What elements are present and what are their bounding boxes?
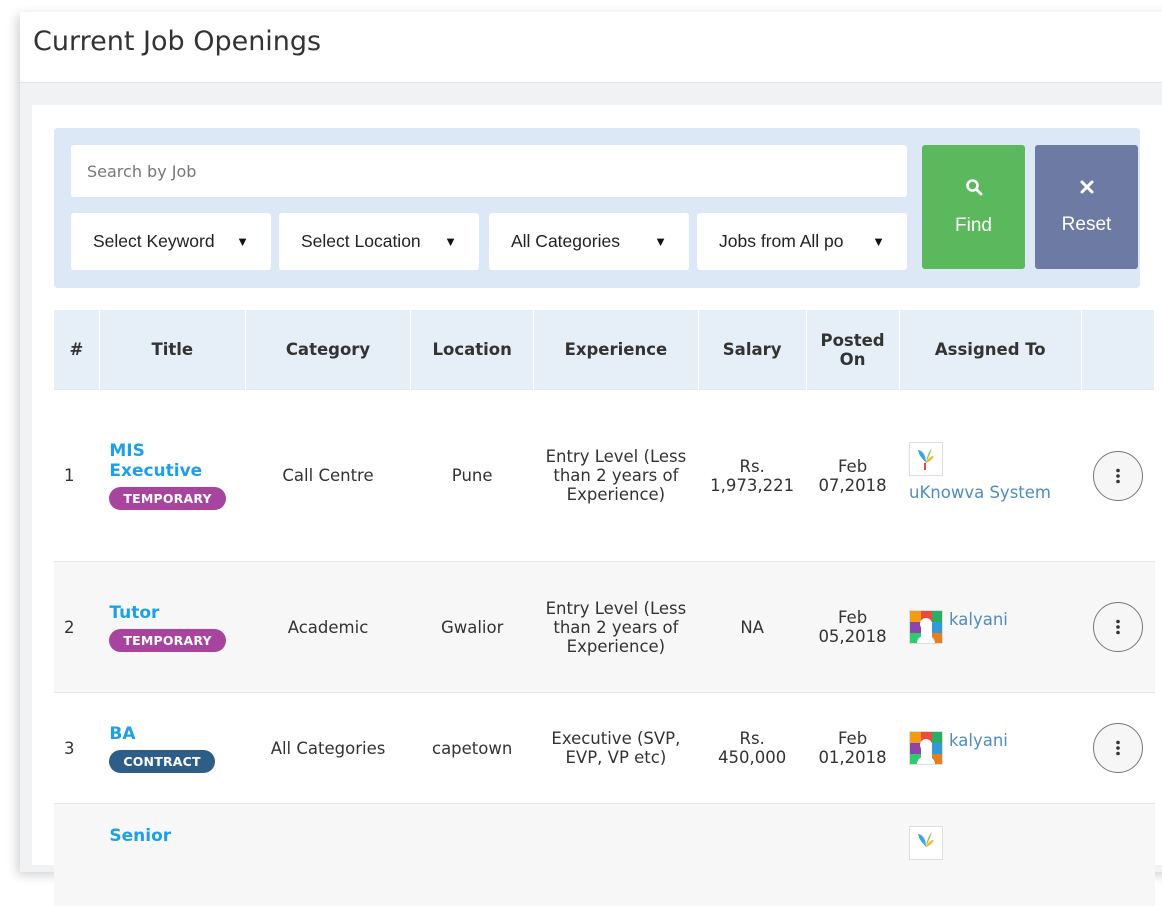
assigned-to-cell: uKnowva System [899, 390, 1082, 562]
column-header-title: Title [99, 310, 245, 390]
experience-cell: Entry Level (Less than 2 years of Experi… [534, 562, 699, 693]
location-cell: Gwalior [411, 562, 534, 693]
assigned-to-cell: kalyani [899, 562, 1082, 693]
assigned-to-cell: kalyani [899, 693, 1082, 804]
assigned-to-cell [899, 804, 1082, 906]
row-number: 1 [54, 390, 99, 562]
reset-button-label: Reset [1062, 214, 1112, 236]
salary-cell [698, 804, 806, 906]
assigned-to-link[interactable]: kalyani [949, 731, 1008, 751]
column-header-experience: Experience [534, 310, 699, 390]
job-type-badge: TEMPORARY [109, 629, 225, 652]
job-title-cell: Tutor TEMPORARY [99, 562, 245, 693]
search-icon [965, 178, 983, 201]
posted-on-cell: Feb 07,2018 [806, 390, 899, 562]
job-title-cell: Senior [99, 804, 245, 906]
salary-cell: Rs. 1,973,221 [698, 390, 806, 562]
avatar [909, 442, 943, 476]
find-button-label: Find [955, 215, 992, 237]
content-panel: Select Keyword ▼ Select Location ▼ All C… [32, 105, 1162, 865]
more-vertical-icon[interactable] [1093, 602, 1143, 652]
actions-cell [1082, 804, 1155, 906]
category-cell: All Categories [245, 693, 411, 804]
location-cell: Pune [411, 390, 534, 562]
column-header-posted-on: Posted On [806, 310, 899, 390]
category-select[interactable]: All Categories ▼ [489, 213, 689, 270]
salary-cell: NA [698, 562, 806, 693]
location-cell: capetown [411, 693, 534, 804]
column-header-assigned-to: Assigned To [899, 310, 1082, 390]
location-cell [411, 804, 534, 906]
jobs-table: # Title Category Location Experience Sal… [54, 310, 1155, 906]
caret-down-icon: ▼ [444, 234, 457, 249]
avatar [909, 610, 943, 644]
column-header-location: Location [411, 310, 534, 390]
column-header-salary: Salary [698, 310, 806, 390]
posted-on-cell: Feb 01,2018 [806, 693, 899, 804]
caret-down-icon: ▼ [872, 234, 885, 249]
portal-select-label: Jobs from All po [719, 231, 844, 252]
page-header: Current Job Openings [20, 12, 1162, 83]
actions-cell [1082, 390, 1155, 562]
row-number: 2 [54, 562, 99, 693]
reset-button[interactable]: Reset [1035, 145, 1138, 269]
column-header-number: # [54, 310, 99, 390]
job-title-link[interactable]: BA [109, 724, 239, 744]
avatar [909, 826, 943, 860]
more-vertical-icon[interactable] [1093, 451, 1143, 501]
table-row: Senior [54, 804, 1155, 906]
page-title: Current Job Openings [33, 26, 321, 57]
search-input[interactable] [71, 145, 907, 197]
table-row: 3 BA CONTRACT All Categories capetown Ex… [54, 693, 1155, 804]
category-select-label: All Categories [511, 231, 620, 252]
table-header-row: # Title Category Location Experience Sal… [54, 310, 1155, 390]
job-title-link[interactable]: MIS Executive [109, 441, 239, 481]
job-title-link[interactable]: Senior [109, 826, 239, 846]
assigned-to-link[interactable]: kalyani [949, 610, 1008, 630]
job-type-badge: TEMPORARY [109, 487, 225, 510]
column-header-category: Category [245, 310, 411, 390]
more-vertical-icon[interactable] [1093, 723, 1143, 773]
close-icon [1079, 179, 1095, 200]
posted-on-cell: Feb 05,2018 [806, 562, 899, 693]
experience-cell [534, 804, 699, 906]
column-header-actions [1082, 310, 1155, 390]
avatar [909, 731, 943, 765]
job-type-badge: CONTRACT [109, 750, 214, 773]
category-cell [245, 804, 411, 906]
actions-cell [1082, 693, 1155, 804]
category-cell: Call Centre [245, 390, 411, 562]
row-number [54, 804, 99, 906]
portal-select[interactable]: Jobs from All po ▼ [697, 213, 907, 270]
category-cell: Academic [245, 562, 411, 693]
search-area: Select Keyword ▼ Select Location ▼ All C… [54, 128, 1140, 288]
table-row: 2 Tutor TEMPORARY Academic Gwalior Entry… [54, 562, 1155, 693]
find-button[interactable]: Find [922, 145, 1025, 269]
keyword-select-label: Select Keyword [93, 231, 215, 252]
assigned-to-link[interactable]: uKnowva System [909, 476, 1076, 510]
location-select[interactable]: Select Location ▼ [279, 213, 479, 270]
actions-cell [1082, 562, 1155, 693]
caret-down-icon: ▼ [654, 234, 667, 249]
job-title-link[interactable]: Tutor [109, 603, 239, 623]
posted-on-cell [806, 804, 899, 906]
experience-cell: Executive (SVP, EVP, VP etc) [534, 693, 699, 804]
table-row: 1 MIS Executive TEMPORARY Call Centre Pu… [54, 390, 1155, 562]
job-title-cell: MIS Executive TEMPORARY [99, 390, 245, 562]
keyword-select[interactable]: Select Keyword ▼ [71, 213, 271, 270]
row-number: 3 [54, 693, 99, 804]
job-title-cell: BA CONTRACT [99, 693, 245, 804]
location-select-label: Select Location [301, 231, 421, 252]
page-card: Current Job Openings Select Keyword ▼ Se… [20, 12, 1162, 872]
salary-cell: Rs. 450,000 [698, 693, 806, 804]
caret-down-icon: ▼ [236, 234, 249, 249]
experience-cell: Entry Level (Less than 2 years of Experi… [534, 390, 699, 562]
